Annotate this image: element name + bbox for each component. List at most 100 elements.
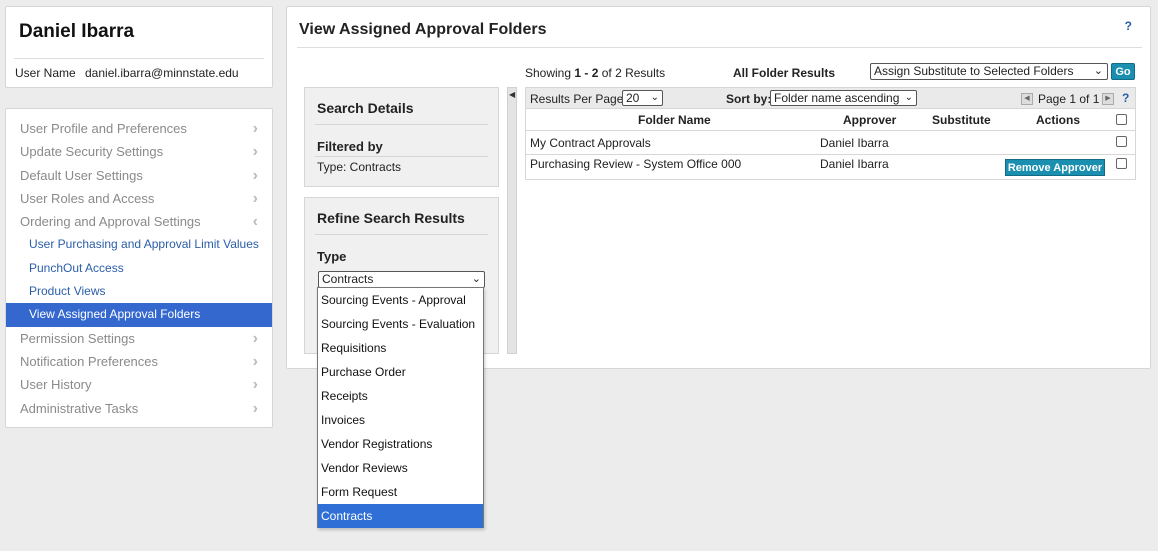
- divider: [315, 124, 488, 125]
- folder-name-cell: Purchasing Review - System Office 000: [530, 157, 742, 171]
- sidebar-subitem-label: User Purchasing and Approval Limit Value…: [29, 237, 259, 252]
- user-card: Daniel Ibarra User Name daniel.ibarra@mi…: [5, 6, 273, 88]
- bulk-action-value: Assign Substitute to Selected Folders: [874, 64, 1074, 78]
- sort-select-value: Folder name ascending: [774, 91, 900, 105]
- type-option[interactable]: Vendor Registrations: [318, 432, 483, 456]
- type-select[interactable]: Contracts ⌄: [318, 271, 485, 288]
- sidebar-subitem-product-views[interactable]: Product Views: [6, 280, 272, 303]
- go-button[interactable]: Go: [1111, 63, 1135, 80]
- type-option[interactable]: Requisitions: [318, 336, 483, 360]
- refine-title: Refine Search Results: [317, 210, 465, 226]
- chevron-down-icon: ⌄: [471, 273, 481, 285]
- sort-label: Sort by:: [726, 92, 772, 106]
- chevron-right-icon: ›: [252, 166, 258, 184]
- sidebar-item-roles[interactable]: User Roles and Access ›: [6, 187, 272, 210]
- sidebar-item-label: Ordering and Approval Settings: [20, 214, 201, 230]
- chevron-down-icon: ⌄: [650, 92, 659, 103]
- collapse-left-icon: ◀: [509, 90, 516, 99]
- sidebar-item-ordering-approval[interactable]: Ordering and Approval Settings ‹: [6, 210, 272, 233]
- row-checkbox[interactable]: [1116, 158, 1127, 169]
- chevron-down-icon: ⌄: [1093, 65, 1103, 77]
- divider: [315, 234, 488, 235]
- type-option[interactable]: Sourcing Events - Evaluation: [318, 312, 483, 336]
- sidebar-item-label: Default User Settings: [20, 167, 143, 183]
- chevron-right-icon: ›: [252, 329, 258, 347]
- column-header-folder[interactable]: Folder Name: [638, 113, 711, 127]
- approver-cell: Daniel Ibarra: [820, 157, 889, 171]
- sidebar-item-default-settings[interactable]: Default User Settings ›: [6, 164, 272, 187]
- column-header-approver[interactable]: Approver: [843, 113, 896, 127]
- divider: [297, 47, 1142, 48]
- sidebar-item-label: User History: [20, 377, 92, 393]
- chevron-right-icon: ›: [252, 376, 258, 394]
- sidebar-subitem-label: Product Views: [29, 284, 106, 299]
- table-row: Purchasing Review - System Office 000 Da…: [526, 155, 1135, 178]
- column-header-actions: Actions: [1036, 113, 1081, 127]
- results-toolbar: Results Per Page 20 ⌄ Sort by: Folder nam…: [526, 88, 1135, 109]
- sidebar-item-user-profile[interactable]: User Profile and Preferences ›: [6, 117, 272, 140]
- chevron-right-icon: ›: [252, 143, 258, 161]
- sidebar-item-permissions[interactable]: Permission Settings ›: [6, 327, 272, 350]
- username-value: daniel.ibarra@minnstate.edu: [85, 66, 239, 80]
- prev-page-icon[interactable]: ◀: [1021, 93, 1033, 105]
- type-option[interactable]: Invoices: [318, 408, 483, 432]
- type-option-selected[interactable]: Contracts: [318, 504, 483, 528]
- help-icon[interactable]: ?: [1122, 91, 1129, 105]
- sidebar-subitem-limit-values[interactable]: User Purchasing and Approval Limit Value…: [6, 233, 272, 256]
- help-icon[interactable]: ?: [1125, 19, 1132, 33]
- filtered-by-label: Filtered by: [317, 139, 383, 154]
- results-count: Showing 1 - 2 of 2 Results: [525, 66, 665, 80]
- sidebar-subitem-label: PunchOut Access: [29, 260, 124, 275]
- divider: [315, 156, 488, 157]
- bulk-action-select[interactable]: Assign Substitute to Selected Folders ⌄: [870, 63, 1108, 80]
- search-details-title: Search Details: [317, 100, 414, 116]
- type-select-value: Contracts: [322, 272, 374, 286]
- filter-value: Type: Contracts: [317, 160, 402, 174]
- search-details-box: Search Details Filtered by Type: Contrac…: [304, 87, 499, 187]
- sidebar-nav: User Profile and Preferences › Update Sec…: [5, 108, 273, 428]
- sidebar-subitem-punchout[interactable]: PunchOut Access: [6, 257, 272, 280]
- chevron-right-icon: ›: [252, 189, 258, 207]
- results-count-prefix: Showing: [525, 66, 575, 80]
- type-option[interactable]: Receipts: [318, 384, 483, 408]
- page-indicator: Page 1 of 1: [1038, 92, 1100, 106]
- sidebar-item-label: Notification Preferences: [20, 353, 159, 369]
- sidebar-item-label: Administrative Tasks: [20, 400, 139, 416]
- results-count-range: 1 - 2: [574, 66, 599, 80]
- results-table: Results Per Page 20 ⌄ Sort by: Folder nam…: [525, 87, 1136, 180]
- sort-select[interactable]: Folder name ascending ⌄: [770, 90, 917, 106]
- sidebar-item-label: User Profile and Preferences: [20, 121, 187, 136]
- sidebar-subitem-label: View Assigned Approval Folders: [29, 307, 201, 322]
- sidebar-item-history[interactable]: User History ›: [6, 373, 272, 396]
- sidebar-item-admin-tasks[interactable]: Administrative Tasks ›: [6, 397, 272, 420]
- sidebar-item-label: User Roles and Access: [20, 190, 155, 206]
- type-option[interactable]: Purchase Order: [318, 360, 483, 384]
- sidebar-item-notifications[interactable]: Notification Preferences ›: [6, 350, 272, 373]
- results-per-page-select[interactable]: 20 ⌄: [622, 90, 663, 106]
- chevron-right-icon: ›: [252, 399, 258, 417]
- row-checkbox[interactable]: [1116, 136, 1127, 147]
- type-option[interactable]: Sourcing Events - Approval: [318, 288, 483, 312]
- type-option[interactable]: Form Request: [318, 480, 483, 504]
- approver-cell: Daniel Ibarra: [820, 136, 889, 150]
- all-folder-results-label: All Folder Results: [733, 66, 836, 80]
- divider: [14, 58, 264, 59]
- type-label: Type: [317, 249, 347, 264]
- username-label: User Name: [15, 66, 76, 80]
- table-row: My Contract Approvals Daniel Ibarra: [526, 132, 1135, 155]
- chevron-right-icon: ›: [252, 352, 258, 370]
- select-all-checkbox[interactable]: [1116, 114, 1127, 125]
- remove-approver-button[interactable]: Remove Approver: [1005, 159, 1105, 176]
- chevron-down-icon: ‹: [252, 213, 258, 231]
- results-count-suffix: of 2 Results: [598, 66, 666, 80]
- chevron-down-icon: ⌄: [904, 92, 913, 103]
- column-header-substitute[interactable]: Substitute: [932, 113, 991, 127]
- panel-collapse-handle[interactable]: ◀: [507, 87, 517, 354]
- next-page-icon[interactable]: ▶: [1102, 93, 1114, 105]
- folder-name-cell: My Contract Approvals: [530, 136, 651, 150]
- sidebar-item-security[interactable]: Update Security Settings ›: [6, 140, 272, 163]
- user-full-name: Daniel Ibarra: [19, 21, 135, 42]
- type-option[interactable]: Vendor Reviews: [318, 456, 483, 480]
- sidebar-subitem-approval-folders[interactable]: View Assigned Approval Folders: [6, 303, 272, 327]
- results-per-page-label: Results Per Page: [530, 92, 624, 106]
